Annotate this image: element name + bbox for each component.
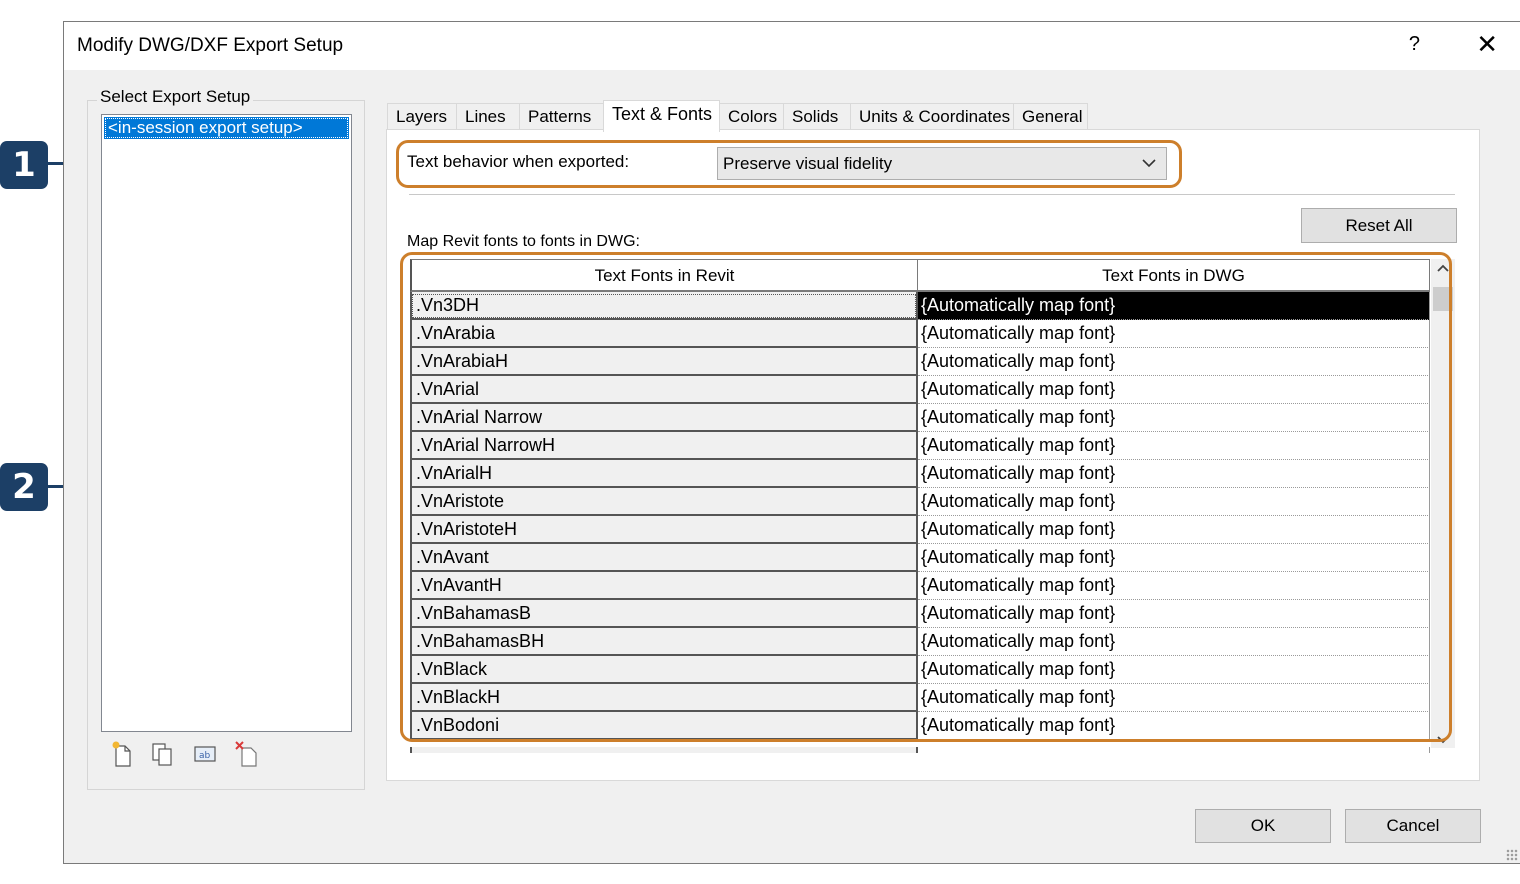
select-export-setup-label: Select Export Setup [97,87,254,107]
export-setup-dialog: Modify DWG/DXF Export Setup ? ✕ Select E… [63,21,1520,864]
ok-button[interactable]: OK [1195,809,1331,843]
cancel-button[interactable]: Cancel [1345,809,1481,843]
close-button[interactable]: ✕ [1476,30,1498,60]
tab-units-coordinates[interactable]: Units & Coordinates [850,103,1014,131]
duplicate-setup-icon[interactable] [150,740,176,768]
delete-setup-icon[interactable] [234,740,260,768]
setup-list-item[interactable]: <in-session export setup> [104,117,349,139]
reset-all-button[interactable]: Reset All [1301,208,1457,243]
tab-lines[interactable]: Lines [456,103,520,131]
callout-badge-2: 2 [0,463,48,511]
resize-grip-icon[interactable] [1506,849,1518,861]
svg-text:ab: ab [199,751,211,761]
callout-badge-1: 1 [0,141,48,189]
tab-colors[interactable]: Colors [719,103,784,131]
new-setup-icon[interactable] [110,740,136,768]
help-button[interactable]: ? [1409,33,1420,56]
dialog-title: Modify DWG/DXF Export Setup [77,35,344,56]
tab-patterns[interactable]: Patterns [519,103,604,131]
tab-general[interactable]: General [1013,103,1088,131]
rename-setup-icon[interactable]: ab [192,740,218,768]
tab-layers[interactable]: Layers [387,103,457,131]
tab-text-fonts[interactable]: Text & Fonts [603,100,720,132]
separator [409,194,1455,195]
tab-solids[interactable]: Solids [783,103,851,131]
highlight-box-1 [396,140,1182,188]
highlight-box-2 [400,252,1452,742]
map-fonts-label: Map Revit fonts to fonts in DWG: [407,233,640,250]
grid-next-row-peek [410,747,1430,753]
title-bar: Modify DWG/DXF Export Setup ? ✕ [64,22,1520,70]
export-setup-list[interactable]: <in-session export setup> [101,114,352,732]
